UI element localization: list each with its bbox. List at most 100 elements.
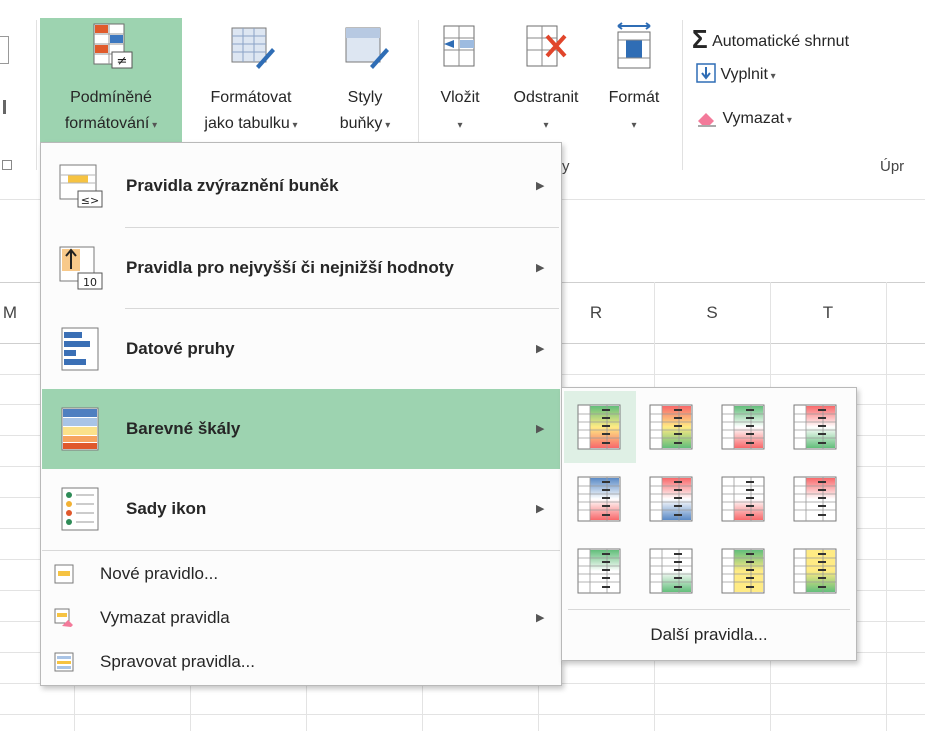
gridline bbox=[0, 714, 925, 715]
conditional-formatting-menu: ≤> Pravidla zvýraznění buněk ▶ 10 Pravid… bbox=[40, 142, 562, 686]
color-scale-option[interactable] bbox=[780, 535, 852, 607]
color-scale-icon bbox=[721, 548, 765, 594]
format-as-table-button[interactable]: Formátovat jako tabulku ▾ bbox=[184, 18, 318, 142]
color-scale-icon bbox=[721, 404, 765, 450]
format-cells-button[interactable]: Formát ▾ bbox=[596, 18, 672, 142]
menu-separator bbox=[42, 550, 560, 551]
partial-glyph bbox=[3, 100, 6, 114]
column-header-m[interactable]: M bbox=[0, 283, 20, 343]
delete-cells-button[interactable]: Odstranit ▾ bbox=[498, 18, 594, 142]
chevron-down-icon: ▾ bbox=[767, 71, 776, 82]
editing-group-label: Úpr bbox=[880, 158, 905, 175]
chevron-down-icon: ▾ bbox=[784, 115, 792, 126]
menu-item-label: Datové pruhy bbox=[126, 339, 235, 358]
chevron-right-icon: ▶ bbox=[536, 180, 545, 192]
menu-item-label: Vymazat pravidla bbox=[100, 608, 230, 627]
color-scale-option[interactable] bbox=[708, 463, 780, 535]
menu-item-icon-sets[interactable]: Sady ikon ▶ bbox=[42, 469, 560, 549]
menu-item-clear-rules[interactable]: Vymazat pravidla ▶ bbox=[42, 596, 560, 640]
color-scale-option[interactable] bbox=[636, 463, 708, 535]
insert-cells-icon bbox=[443, 25, 475, 67]
menu-item-new-rule[interactable]: Nové pravidlo... bbox=[42, 552, 560, 596]
conditional-formatting-icon: ≠ bbox=[93, 23, 133, 69]
autosum-button[interactable]: Σ Automatické shrnut bbox=[692, 26, 849, 52]
color-scale-option[interactable] bbox=[708, 535, 780, 607]
format-as-table-line2: jako tabulku ▾ bbox=[204, 115, 298, 132]
sigma-icon: Σ bbox=[692, 24, 708, 54]
cell-styles-line1: Styly bbox=[347, 89, 383, 106]
chevron-down-icon: ▾ bbox=[631, 120, 637, 131]
color-scales-icon bbox=[61, 407, 99, 451]
chevron-right-icon: ▶ bbox=[536, 423, 545, 435]
chevron-down-icon: ▾ bbox=[382, 120, 391, 131]
clear-label: Vymazat bbox=[722, 110, 785, 127]
icon-sets-icon bbox=[61, 487, 99, 531]
clear-rules-icon bbox=[54, 608, 73, 627]
manage-rules-icon bbox=[54, 652, 74, 672]
cells-group-label: y bbox=[562, 158, 570, 175]
highlight-cells-rules-icon: ≤> bbox=[59, 164, 103, 208]
column-header-t[interactable]: T bbox=[770, 283, 886, 343]
color-scale-option[interactable] bbox=[780, 463, 852, 535]
new-rule-icon bbox=[54, 564, 74, 584]
color-scales-submenu: Další pravidla... bbox=[561, 387, 857, 661]
gridline bbox=[886, 282, 887, 731]
dialog-launcher-icon[interactable] bbox=[2, 160, 12, 170]
color-scale-option[interactable] bbox=[564, 391, 636, 463]
conditional-formatting-line1: Podmíněné bbox=[70, 89, 152, 106]
insert-label: Vložit bbox=[440, 89, 480, 106]
data-bars-icon bbox=[61, 327, 99, 371]
menu-item-label: Sady ikon bbox=[126, 499, 207, 518]
svg-text:10: 10 bbox=[83, 276, 97, 289]
chevron-down-icon: ▾ bbox=[457, 120, 463, 131]
color-scale-option[interactable] bbox=[564, 535, 636, 607]
color-scale-icon bbox=[649, 404, 693, 450]
cell-styles-line2: buňky ▾ bbox=[339, 115, 391, 132]
color-scale-icon bbox=[649, 548, 693, 594]
color-scale-icon bbox=[793, 548, 837, 594]
cell-styles-icon bbox=[345, 27, 389, 69]
group-separator bbox=[682, 20, 683, 170]
conditional-formatting-button[interactable]: ≠ Podmíněné formátování ▾ bbox=[40, 18, 182, 142]
column-header-s[interactable]: S bbox=[654, 283, 770, 343]
color-scale-icon bbox=[793, 404, 837, 450]
color-scale-option[interactable] bbox=[636, 391, 708, 463]
menu-item-highlight-cells-rules[interactable]: ≤> Pravidla zvýraznění buněk ▶ bbox=[42, 146, 560, 226]
fill-label: Vyplnit bbox=[720, 66, 768, 83]
format-as-table-icon bbox=[231, 27, 275, 69]
svg-text:≠: ≠ bbox=[117, 54, 128, 69]
eraser-icon bbox=[698, 113, 716, 127]
menu-item-label: Nové pravidlo... bbox=[100, 564, 219, 583]
menu-item-label: Pravidla zvýraznění buněk bbox=[126, 176, 339, 195]
insert-cells-button[interactable]: Vložit ▾ bbox=[424, 18, 496, 142]
delete-label: Odstranit bbox=[513, 89, 579, 106]
cell-styles-button[interactable]: Styly buňky ▾ bbox=[320, 18, 410, 142]
menu-item-data-bars[interactable]: Datové pruhy ▶ bbox=[42, 309, 560, 389]
color-scale-icon bbox=[721, 476, 765, 522]
partial-control[interactable] bbox=[0, 36, 9, 64]
fill-button[interactable]: Vyplnit ▾ bbox=[696, 62, 776, 88]
color-scale-icon bbox=[577, 476, 621, 522]
menu-item-label: Spravovat pravidla... bbox=[100, 652, 255, 671]
color-scale-icon bbox=[793, 476, 837, 522]
menu-item-color-scales[interactable]: Barevné škály ▶ bbox=[42, 389, 560, 469]
menu-item-label: Barevné škály bbox=[126, 419, 241, 438]
color-scale-option[interactable] bbox=[780, 391, 852, 463]
color-scale-option[interactable] bbox=[708, 391, 780, 463]
delete-cells-icon bbox=[526, 25, 567, 67]
menu-item-top-bottom-rules[interactable]: 10 Pravidla pro nejvyšší či nejnižší hod… bbox=[42, 228, 560, 308]
color-scale-icon bbox=[577, 404, 621, 450]
clear-button[interactable]: Vymazat ▾ bbox=[696, 106, 792, 132]
color-scale-option[interactable] bbox=[636, 535, 708, 607]
menu-item-manage-rules[interactable]: Spravovat pravidla... bbox=[42, 640, 560, 684]
color-scale-icon bbox=[649, 476, 693, 522]
group-separator bbox=[36, 20, 37, 170]
more-rules-button[interactable]: Další pravidla... bbox=[562, 610, 856, 660]
chevron-right-icon: ▶ bbox=[536, 503, 545, 515]
svg-text:≤>: ≤> bbox=[81, 194, 99, 207]
color-scale-option[interactable] bbox=[564, 463, 636, 535]
format-cells-icon bbox=[617, 22, 651, 69]
autosum-label: Automatické shrnut bbox=[712, 33, 850, 50]
fill-down-icon bbox=[696, 63, 716, 83]
conditional-formatting-line2: formátování ▾ bbox=[64, 115, 158, 132]
